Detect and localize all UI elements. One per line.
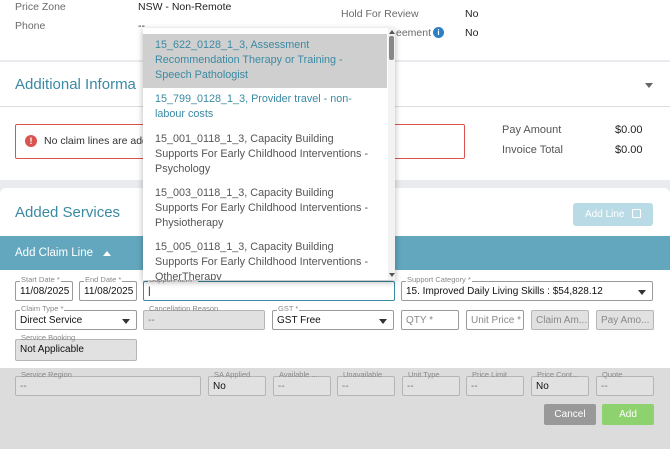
- pricing-info-band: Service Region -- SA Applied No Availabl…: [0, 368, 670, 449]
- dropdown-option[interactable]: 15_003_0118_1_3, Capacity Building Suppo…: [143, 186, 387, 231]
- pay-amount-field: Pay Amo...: [596, 310, 654, 330]
- sa-applied-field: SA Applied No: [208, 370, 266, 396]
- add-line-button[interactable]: Add Line: [573, 203, 653, 226]
- cancellation-reason-field: Cancellation Reason --: [143, 304, 265, 330]
- quote-field: Quote --: [596, 370, 654, 396]
- external-link-icon: [632, 209, 641, 218]
- pay-amount-label: Pay Amount: [502, 124, 562, 136]
- support-item-input[interactable]: Support Item * |: [143, 275, 395, 301]
- price-zone-value: NSW - Non-Remote: [138, 1, 232, 13]
- cancel-button[interactable]: Cancel: [544, 404, 596, 425]
- error-text: No claim lines are add: [44, 135, 148, 147]
- scrollbar-thumb[interactable]: [389, 36, 394, 60]
- invoice-total-value: $0.00: [615, 144, 643, 156]
- price-zone-label: Price Zone: [15, 1, 66, 13]
- available-field: Available ... --: [273, 370, 331, 396]
- qty-input[interactable]: QTY *: [401, 310, 459, 330]
- dropdown-scrollbar[interactable]: [388, 28, 395, 280]
- dropdown-option[interactable]: 15_001_0118_1_3, Capacity Building Suppo…: [143, 132, 387, 177]
- hold-for-review-value: No: [465, 8, 479, 20]
- gst-select[interactable]: GST * GST Free: [272, 304, 394, 330]
- claim-type-select[interactable]: Claim Type * Direct Service: [15, 304, 137, 330]
- invoice-total-label: Invoice Total: [502, 144, 563, 156]
- support-category-select[interactable]: Support Category * 15. Improved Daily Li…: [401, 275, 653, 301]
- scroll-up-icon[interactable]: [388, 30, 395, 34]
- unit-price-input[interactable]: Unit Price *: [466, 310, 524, 330]
- service-booking-field: Service Booking Not Applicable: [15, 333, 137, 361]
- price-cont-field: Price Cont... No: [531, 370, 589, 396]
- chevron-down-icon: [122, 319, 130, 324]
- service-region-field: Service Region --: [15, 370, 201, 396]
- add-button[interactable]: Add: [602, 404, 654, 425]
- end-date-field[interactable]: End Date * 11/08/2025: [79, 275, 137, 301]
- info-icon[interactable]: i: [433, 27, 444, 38]
- additional-info-title: Additional Informa: [15, 76, 136, 93]
- scroll-down-icon[interactable]: [388, 273, 395, 277]
- chevron-down-icon: [638, 290, 646, 295]
- agreement-label: eement: [396, 27, 432, 39]
- claim-amount-field: Claim Am...: [531, 310, 589, 330]
- dropdown-option[interactable]: 15_622_0128_1_3, Assessment Recommendati…: [143, 34, 387, 88]
- start-date-field[interactable]: Start Date * 11/08/2025: [15, 275, 73, 301]
- price-limit-field: Price Limit --: [466, 370, 524, 396]
- hold-for-review-label: Hold For Review: [341, 8, 419, 20]
- chevron-up-icon: [103, 251, 111, 256]
- chevron-down-icon[interactable]: [645, 83, 653, 88]
- added-services-title: Added Services: [15, 204, 121, 221]
- chevron-down-icon: [379, 319, 387, 324]
- support-item-dropdown[interactable]: 15_622_0128_1_3, Assessment Recommendati…: [143, 28, 395, 280]
- phone-label: Phone: [15, 20, 46, 32]
- add-line-label: Add Line: [585, 209, 625, 220]
- agreement-value: No: [465, 27, 479, 39]
- dropdown-option[interactable]: 15_799_0128_1_3, Provider travel - non-l…: [143, 92, 387, 122]
- unit-type-field: Unit Type --: [402, 370, 460, 396]
- error-icon: !: [25, 135, 37, 147]
- dropdown-option[interactable]: 15_005_0118_1_3, Capacity Building Suppo…: [143, 240, 387, 280]
- unavailable-field: Unavailable --: [337, 370, 395, 396]
- pay-amount-value: $0.00: [615, 124, 643, 136]
- add-claim-line-title: Add Claim Line: [15, 247, 93, 259]
